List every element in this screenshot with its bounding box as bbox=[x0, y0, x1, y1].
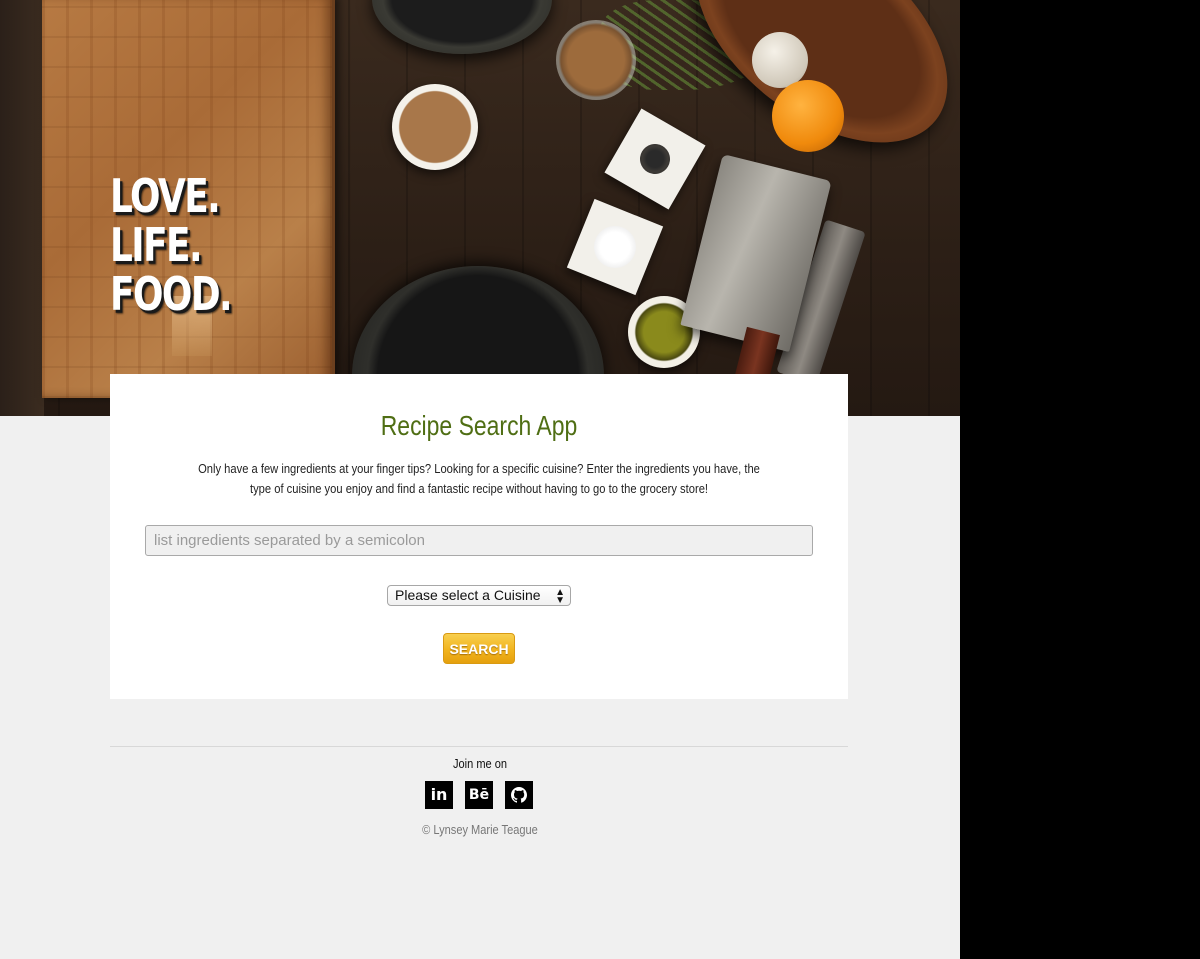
linkedin-icon[interactable]: in bbox=[425, 781, 453, 809]
footer-divider bbox=[110, 746, 848, 747]
social-links: in Bē bbox=[425, 781, 533, 809]
select-arrows-icon: ▲ ▼ bbox=[555, 587, 565, 606]
cuisine-select[interactable]: Please select a Cuisine ▲ ▼ bbox=[387, 585, 571, 606]
page-title: Recipe Search App bbox=[380, 410, 578, 441]
hero-garlic bbox=[752, 32, 808, 88]
behance-icon[interactable]: Bē bbox=[465, 781, 493, 809]
copyright: © Lynsey Marie Teague bbox=[422, 822, 538, 837]
intro-text: Only have a few ingredients at your fing… bbox=[198, 461, 760, 496]
hero-orange bbox=[772, 80, 844, 152]
page: LOVE. LIFE. FOOD. Recipe Search App Only… bbox=[0, 0, 960, 959]
join-label: Join me on bbox=[452, 756, 508, 771]
search-button[interactable]: SEARCH bbox=[443, 633, 515, 664]
github-octocat-icon bbox=[511, 787, 527, 803]
hero-tagline: LOVE. LIFE. FOOD. bbox=[110, 169, 233, 321]
search-card: Recipe Search App Only have a few ingred… bbox=[110, 374, 848, 699]
tagline-line-2: LIFE. bbox=[110, 218, 203, 272]
hero-salt-dish bbox=[566, 198, 664, 296]
tagline-line-3: FOOD. bbox=[110, 267, 233, 321]
hero-banner: LOVE. LIFE. FOOD. bbox=[0, 0, 960, 416]
cuisine-select-value: Please select a Cuisine bbox=[395, 587, 541, 603]
hero-pan-top bbox=[372, 0, 552, 54]
hero-pepper-dish bbox=[604, 108, 706, 210]
hero-wood-plank bbox=[0, 0, 44, 416]
hero-spice-jar bbox=[556, 20, 636, 100]
hero-sugar-bowl bbox=[392, 84, 478, 170]
github-icon[interactable] bbox=[505, 781, 533, 809]
ingredients-input[interactable] bbox=[145, 525, 813, 556]
tagline-line-1: LOVE. bbox=[110, 169, 221, 223]
